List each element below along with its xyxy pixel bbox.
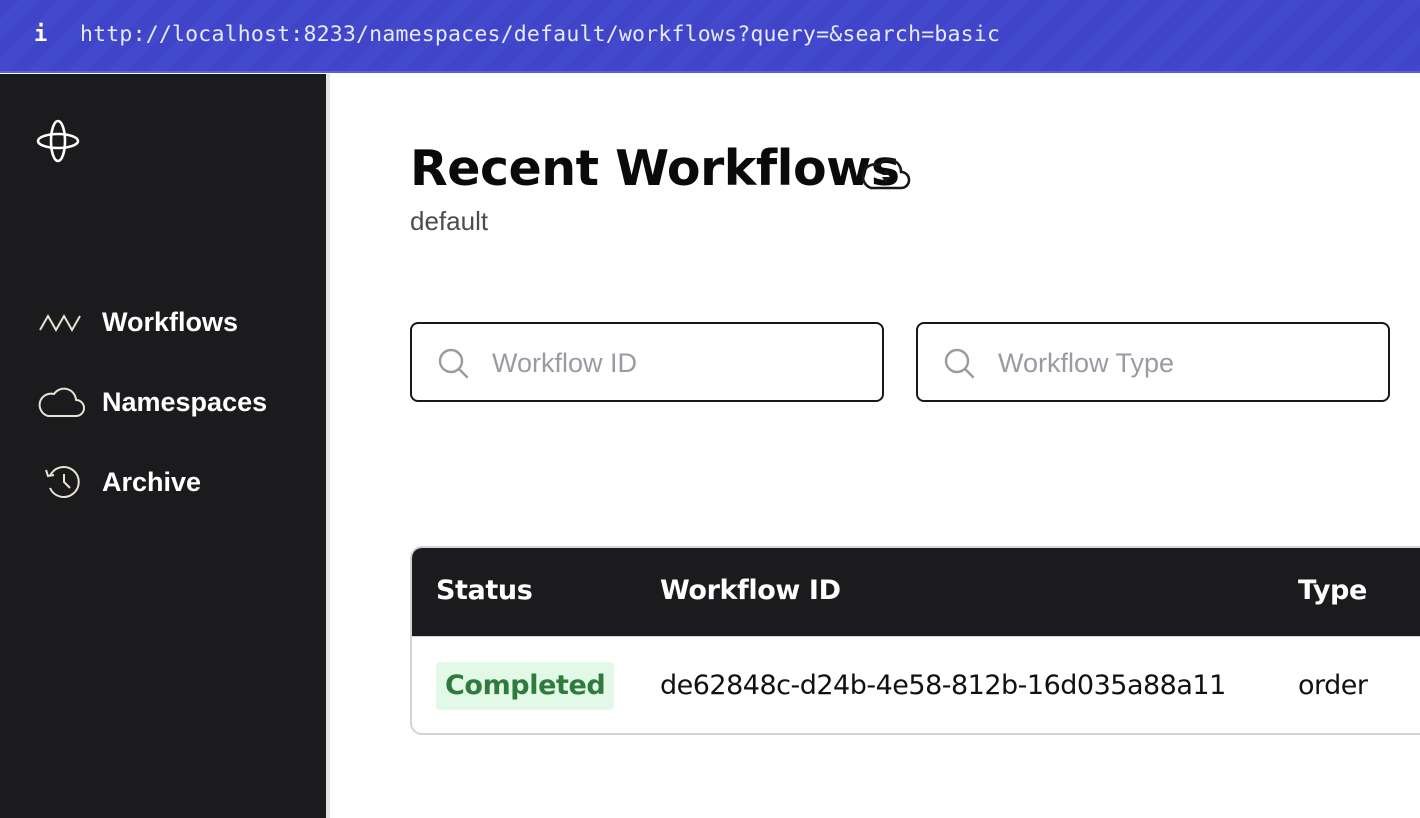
table-header: Status Workflow ID Type xyxy=(412,548,1420,636)
temporal-logo[interactable] xyxy=(34,117,82,165)
sidebar-item-archive[interactable]: Archive xyxy=(38,462,201,502)
column-header-status: Status xyxy=(436,575,533,606)
search-icon xyxy=(944,348,975,379)
search-icon xyxy=(438,348,469,379)
page-title: Recent Workflows xyxy=(410,140,900,197)
workflow-id-search[interactable] xyxy=(410,322,884,402)
sidebar-item-workflows[interactable]: Workflows xyxy=(38,302,238,342)
table-row[interactable]: Completed de62848c-d24b-4e58-812b-16d035… xyxy=(412,636,1420,733)
sidebar-item-label: Namespaces xyxy=(102,386,268,417)
browser-url-bar[interactable]: i http://localhost:8233/namespaces/defau… xyxy=(0,0,1420,73)
workflows-table: Status Workflow ID Type Completed de6284… xyxy=(410,546,1420,735)
url-text[interactable]: http://localhost:8233/namespaces/default… xyxy=(80,20,1000,50)
sidebar-item-namespaces[interactable]: Namespaces xyxy=(38,382,267,422)
workflow-type-cell: order xyxy=(1298,670,1368,701)
cloud-sort-icon[interactable] xyxy=(861,154,911,194)
workflow-id-cell[interactable]: de62848c-d24b-4e58-812b-16d035a88a11 xyxy=(660,670,1226,701)
workflow-type-search[interactable] xyxy=(916,322,1390,402)
namespace-label: default xyxy=(410,206,489,236)
cloud-icon xyxy=(38,384,86,420)
workflow-type-input[interactable] xyxy=(998,344,1368,382)
workflow-id-input[interactable] xyxy=(492,344,862,382)
main-content: Recent Workflows default Status Workflow… xyxy=(330,74,1420,818)
sidebar-item-label: Archive xyxy=(102,466,202,497)
status-badge: Completed xyxy=(436,662,615,710)
column-header-type: Type xyxy=(1298,575,1367,606)
column-header-workflow-id: Workflow ID xyxy=(660,575,841,606)
info-icon[interactable]: i xyxy=(34,22,50,48)
sidebar-item-label: Workflows xyxy=(102,306,239,337)
history-icon xyxy=(38,464,86,500)
sidebar: Workflows Namespaces Archive xyxy=(0,74,326,818)
workflows-zigzag-icon xyxy=(38,304,86,340)
